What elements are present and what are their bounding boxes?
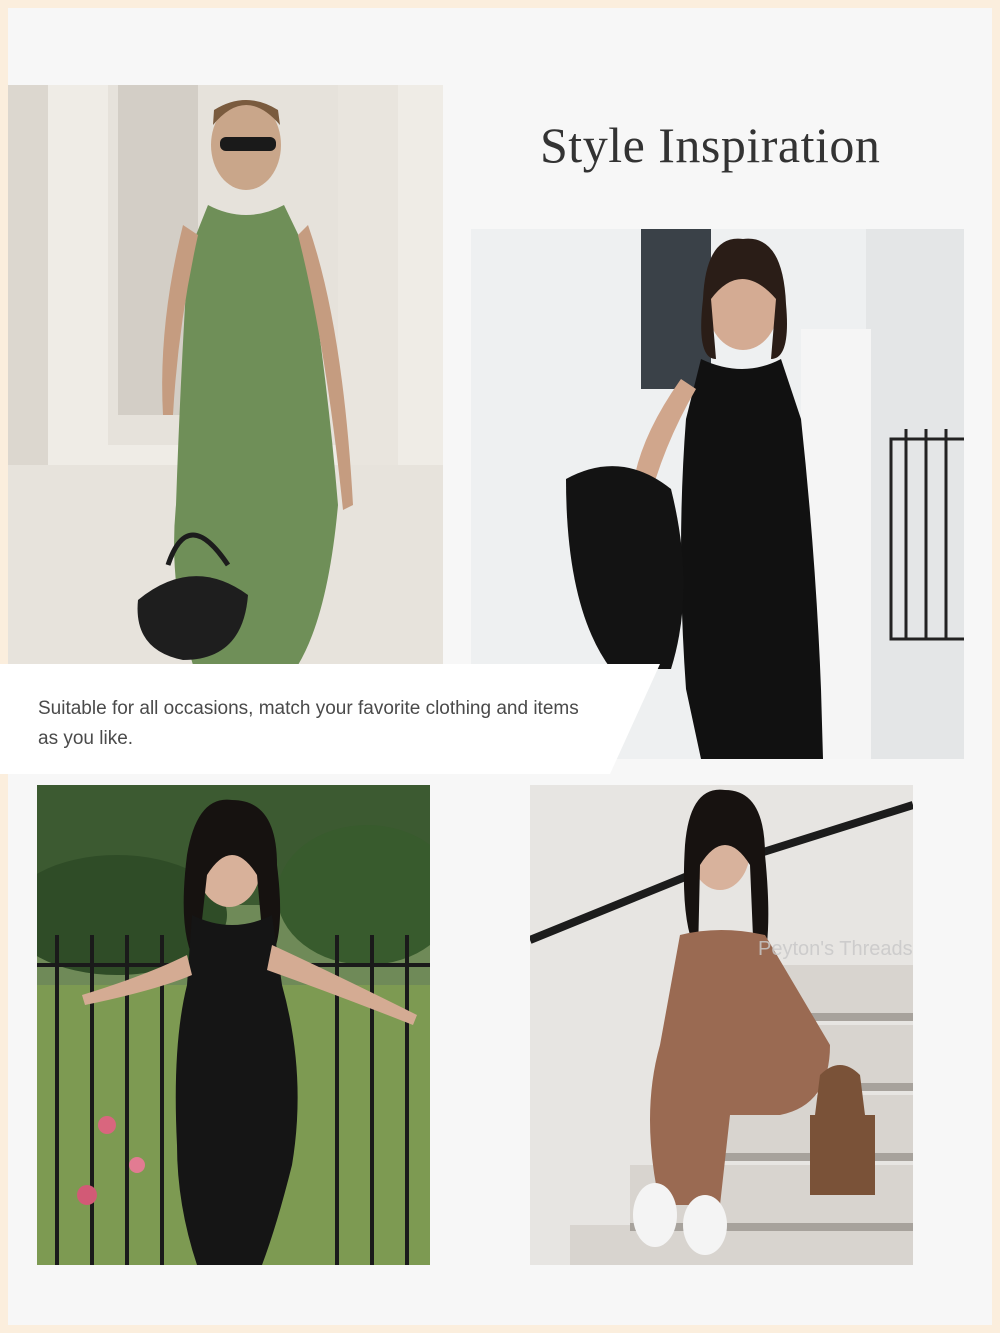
- green-bodycon-dress-photo: [8, 85, 443, 665]
- page-title: Style Inspiration: [540, 117, 881, 173]
- watermark-text: Peyton's Threads: [758, 938, 913, 960]
- black-dress-garden-photo: [37, 785, 430, 1265]
- brown-dress-stairs-photo: [530, 785, 913, 1265]
- caption-text: Suitable for all occasions, match your f…: [38, 698, 579, 749]
